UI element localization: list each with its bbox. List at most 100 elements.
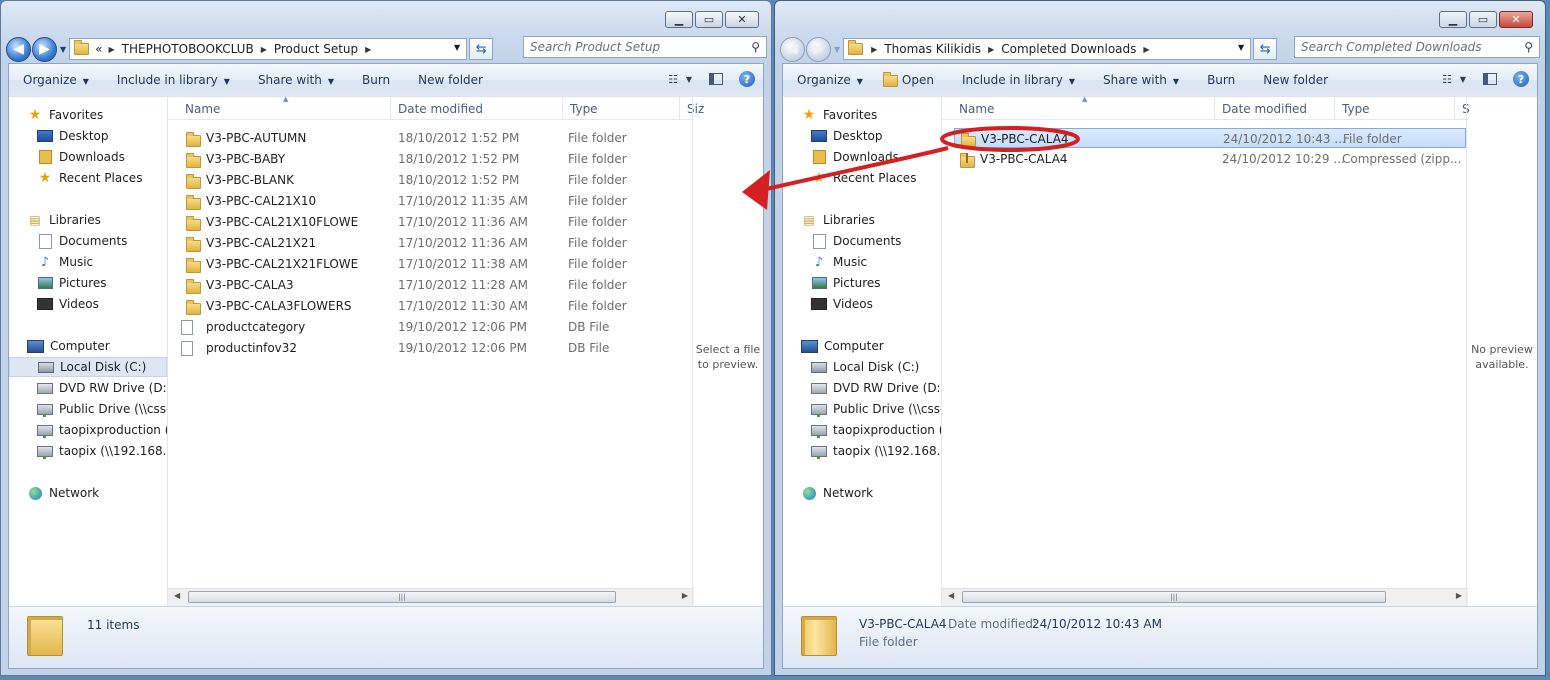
scroll-left-icon[interactable]: ◀ (174, 591, 180, 600)
organize-button[interactable]: Organize ▼ (783, 73, 877, 87)
file-row[interactable]: V3-PBC-CAL21X21FLOWE 17/10/2012 11:38 AM F… (180, 254, 680, 274)
scrollbar-thumb[interactable]: ||| (188, 591, 616, 603)
nav-group-favorites[interactable]: ★ Favorites (27, 105, 104, 125)
nav-item[interactable]: Local Disk (C:) (811, 357, 919, 377)
maximize-button[interactable]: ▭ (695, 11, 723, 28)
nav-item[interactable]: Documents (37, 231, 127, 251)
preview-pane-icon[interactable] (709, 73, 723, 85)
share-with-button[interactable]: Share with ▼ (1089, 73, 1193, 87)
file-row[interactable]: V3-PBC-BABY 18/10/2012 1:52 PM File folder (180, 149, 680, 169)
nav-group-network[interactable]: Network (801, 483, 873, 503)
include-in-library-button[interactable]: Include in library ▼ (948, 73, 1089, 87)
chevron-right-icon[interactable]: ▶ (988, 45, 994, 54)
back-button[interactable]: ◀ (780, 36, 805, 62)
chevron-right-icon[interactable]: ▶ (1143, 45, 1149, 54)
nav-item[interactable]: ★ Recent Places (811, 168, 917, 188)
open-button[interactable]: Open (877, 71, 948, 87)
view-options-icon[interactable]: ☷ (663, 70, 683, 88)
nav-item[interactable]: Desktop (37, 126, 109, 146)
back-button[interactable]: ◀ (6, 36, 31, 62)
column-header-date-modified[interactable]: Date modified (1215, 97, 1335, 119)
refresh-button[interactable]: ⇆ (469, 38, 494, 60)
search-icon[interactable]: ⚲ (1524, 40, 1533, 54)
nav-item[interactable]: Videos (37, 294, 99, 314)
file-row[interactable]: V3-PBC-CAL21X10FLOWE 17/10/2012 11:36 AM F… (180, 212, 680, 232)
nav-item[interactable]: Documents (811, 231, 901, 251)
refresh-button[interactable]: ⇆ (1253, 38, 1278, 60)
file-row[interactable]: productcategory 19/10/2012 12:06 PM DB Fil… (180, 317, 680, 337)
search-input[interactable]: Search Completed Downloads ⚲ (1294, 36, 1540, 58)
nav-item[interactable]: Public Drive (\\css-s (811, 399, 941, 419)
scrollbar-thumb[interactable]: ||| (962, 591, 1386, 603)
help-icon[interactable]: ? (739, 71, 755, 87)
recent-pages-dropdown[interactable]: ▼ (834, 45, 840, 54)
file-row[interactable]: V3-PBC-CALA4 24/10/2012 10:29 ... Compress… (954, 149, 1466, 169)
file-row[interactable]: V3-PBC-CALA4 24/10/2012 10:43 ... File fol… (954, 128, 1466, 148)
address-dropdown-icon[interactable]: ▼ (1238, 43, 1244, 52)
view-options-icon[interactable]: ☷ (1437, 70, 1457, 88)
breadcrumb-item[interactable]: Thomas Kilikidis (884, 42, 981, 56)
file-row[interactable]: V3-PBC-CALA3 17/10/2012 11:28 AM File fold… (180, 275, 680, 295)
nav-item[interactable]: Pictures (811, 273, 881, 293)
chevron-right-icon[interactable]: ▶ (365, 45, 371, 54)
organize-button[interactable]: Organize ▼ (9, 73, 103, 87)
search-icon[interactable]: ⚲ (751, 40, 760, 54)
nav-item[interactable]: Desktop (811, 126, 883, 146)
breadcrumb-item[interactable]: Product Setup (274, 42, 358, 56)
new-folder-button[interactable]: New folder (404, 73, 497, 87)
nav-item[interactable]: DVD RW Drive (D:) C (37, 378, 167, 398)
share-with-button[interactable]: Share with ▼ (244, 73, 348, 87)
nav-group-libraries[interactable]: ▤ Libraries (27, 210, 101, 230)
address-bar[interactable]: « ▶ THEPHOTOBOOKCLUB ▶ Product Setup ▶ ▼ (69, 38, 468, 60)
close-button[interactable]: ✕ (725, 11, 759, 28)
file-row[interactable]: V3-PBC-AUTUMN 18/10/2012 1:52 PM File fold… (180, 128, 680, 148)
nav-item[interactable]: taopixproduction (\\ (37, 420, 167, 440)
view-dropdown-icon[interactable]: ▼ (1459, 70, 1467, 88)
help-icon[interactable]: ? (1513, 71, 1529, 87)
nav-item[interactable]: taopixproduction (\\ (811, 420, 941, 440)
nav-group-computer[interactable]: Computer (801, 336, 884, 356)
new-folder-button[interactable]: New folder (1249, 73, 1342, 87)
column-header-type[interactable]: Type (563, 97, 680, 119)
breadcrumb-item[interactable]: THEPHOTOBOOKCLUB (122, 42, 254, 56)
nav-item[interactable]: ♪ Music (811, 252, 867, 272)
forward-button[interactable]: ▶ (32, 36, 57, 62)
chevron-right-icon[interactable]: ▶ (261, 45, 267, 54)
breadcrumb-overflow[interactable]: « (95, 42, 102, 56)
nav-item[interactable]: taopix (\\192.168.0.7 (811, 441, 941, 461)
include-in-library-button[interactable]: Include in library ▼ (103, 73, 244, 87)
nav-group-favorites[interactable]: ★ Favorites (801, 105, 878, 125)
nav-item[interactable]: Public Drive (\\css-s (37, 399, 167, 419)
nav-item[interactable]: Pictures (37, 273, 107, 293)
scroll-right-icon[interactable]: ▶ (682, 591, 688, 600)
file-row[interactable]: V3-PBC-CAL21X21 17/10/2012 11:36 AM File f… (180, 233, 680, 253)
nav-group-computer[interactable]: Computer (27, 336, 110, 356)
chevron-right-icon[interactable]: ▶ (109, 45, 115, 54)
nav-item[interactable]: Downloads (811, 147, 899, 167)
burn-button[interactable]: Burn (1193, 73, 1249, 87)
nav-item[interactable]: ♪ Music (37, 252, 93, 272)
search-input[interactable]: Search Product Setup ⚲ (523, 36, 767, 58)
nav-group-libraries[interactable]: ▤ Libraries (801, 210, 875, 230)
view-dropdown-icon[interactable]: ▼ (685, 70, 693, 88)
column-header-date-modified[interactable]: Date modified (391, 97, 563, 119)
chevron-right-icon[interactable]: ▶ (871, 45, 877, 54)
burn-button[interactable]: Burn (348, 73, 404, 87)
nav-group-network[interactable]: Network (27, 483, 99, 503)
file-row[interactable]: productinfov32 19/10/2012 12:06 PM DB File (180, 338, 680, 358)
recent-pages-dropdown[interactable]: ▼ (60, 45, 66, 54)
horizontal-scrollbar[interactable]: ◀ ||| ▶ (168, 588, 694, 606)
scroll-left-icon[interactable]: ◀ (948, 591, 954, 600)
horizontal-scrollbar[interactable]: ◀ ||| ▶ (942, 588, 1468, 606)
breadcrumb-item[interactable]: Completed Downloads (1001, 42, 1136, 56)
address-bar[interactable]: ▶ Thomas Kilikidis ▶ Completed Downloads… (843, 38, 1252, 60)
nav-item[interactable]: ★ Recent Places (37, 168, 143, 188)
nav-item[interactable]: Downloads (37, 147, 125, 167)
preview-pane-icon[interactable] (1483, 73, 1497, 85)
forward-button[interactable]: ▶ (806, 36, 831, 62)
scroll-right-icon[interactable]: ▶ (1456, 591, 1462, 600)
nav-item[interactable]: DVD RW Drive (D:) C (811, 378, 941, 398)
file-row[interactable]: V3-PBC-CALA3FLOWERS 17/10/2012 11:30 AM Fi… (180, 296, 680, 316)
minimize-button[interactable]: ▁ (665, 11, 693, 28)
nav-item[interactable]: Videos (811, 294, 873, 314)
